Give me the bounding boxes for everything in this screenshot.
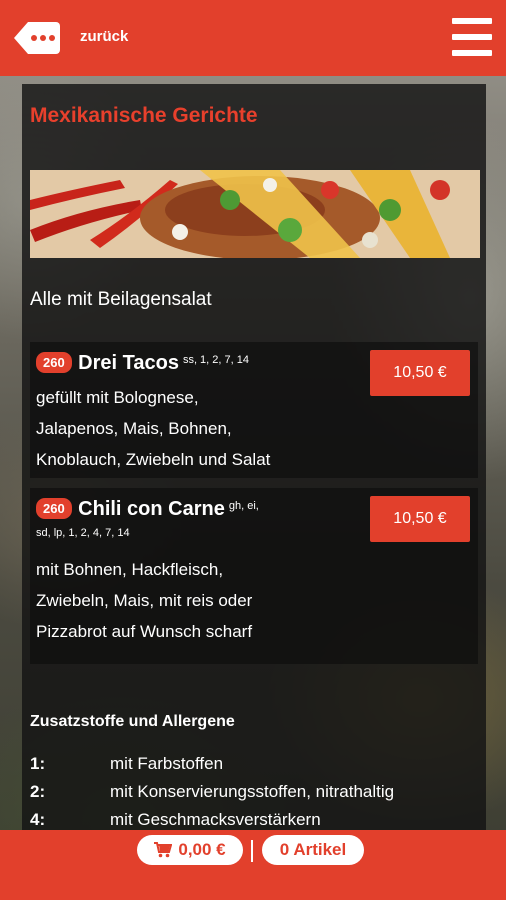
dish-allergens: ss, 1, 2, 7, 14: [182, 353, 249, 366]
description-line: Zwiebeln, Mais, mit reis oder: [36, 591, 253, 610]
dish-card-drei-tacos[interactable]: 260 Drei Tacos ss, 1, 2, 7, 14 gefüllt mi…: [30, 342, 478, 478]
cart-total: 0,00 €: [178, 840, 226, 859]
add-to-cart-price-button[interactable]: 10,50 €: [370, 496, 470, 542]
add-to-cart-price-button[interactable]: 10,50 €: [370, 350, 470, 396]
description-line: mit Bohnen, Hackfleisch,: [36, 560, 224, 579]
cart-count-button[interactable]: 0 Artikel: [262, 835, 364, 865]
tacos-illustration: [30, 170, 480, 258]
description-line: Pizzabrot auf Wunsch scharf: [36, 622, 253, 641]
description-line: Jalapenos, Mais, Bohnen,: [36, 419, 232, 438]
dish-description: mit Bohnen, Hackfleisch, Zwiebeln, Mais,…: [36, 554, 336, 647]
additive-row: 1: mit Farbstoffen: [30, 750, 480, 778]
menu-panel: Mexikanische Gerichte Alle mit Beilagens…: [22, 84, 486, 830]
additives-list: 1: mit Farbstoffen 2: mit Konservierungs…: [30, 750, 480, 830]
dish-name: Chili con Carne: [78, 498, 225, 520]
top-bar: zurück: [0, 0, 506, 76]
dish-description: gefüllt mit Bolognese, Jalapenos, Mais, …: [36, 382, 336, 475]
dish-allergens: gh, ei,: [228, 499, 259, 512]
hamburger-line: [452, 50, 492, 56]
category-title: Mexikanische Gerichte: [30, 104, 258, 127]
dots-back-icon: [14, 22, 60, 54]
dish-name: Drei Tacos: [78, 352, 179, 374]
additive-row: 4: mit Geschmacksverstärkern: [30, 806, 480, 830]
back-button[interactable]: [14, 20, 60, 56]
hamburger-line: [452, 34, 492, 40]
additive-text: mit Geschmacksverstärkern: [110, 810, 321, 829]
dish-allergens-continued: sd, lp, 1, 2, 4, 7, 14: [36, 527, 130, 540]
shopping-cart-icon: [154, 842, 173, 858]
dish-card-chili-con-carne[interactable]: 260 Chili con Carne gh, ei, sd, lp, 1, 2,…: [30, 488, 478, 664]
bottom-bar: 0,00 € 0 Artikel: [0, 830, 506, 900]
dish-header: 260 Drei Tacos ss, 1, 2, 7, 14: [36, 352, 366, 375]
additive-text: mit Konservierungsstoffen, nitrathaltig: [110, 782, 395, 801]
additive-text: mit Farbstoffen: [110, 754, 224, 773]
dish-number-badge: 260: [36, 498, 72, 520]
additive-number: 1:: [30, 754, 46, 773]
additive-row: 2: mit Konservierungsstoffen, nitrathalt…: [30, 778, 480, 806]
additive-number: 4:: [30, 810, 46, 829]
dish-header: 260 Chili con Carne gh, ei, sd, lp, 1, 2,…: [36, 498, 366, 539]
description-line: Knoblauch, Zwiebeln und Salat: [36, 450, 271, 469]
description-line: gefüllt mit Bolognese,: [36, 388, 199, 407]
menu-button[interactable]: [452, 18, 492, 56]
additive-number: 2:: [30, 782, 46, 801]
dish-number-badge: 260: [36, 352, 72, 374]
hamburger-icon: [452, 18, 492, 24]
category-note: Alle mit Beilagensalat: [30, 289, 212, 310]
tacos-banner-image: [30, 170, 480, 258]
additives-title: Zusatzstoffe und Allergene: [30, 713, 235, 730]
divider: [251, 840, 253, 862]
back-label[interactable]: zurück: [80, 28, 128, 45]
cart-total-button[interactable]: 0,00 €: [137, 835, 243, 865]
